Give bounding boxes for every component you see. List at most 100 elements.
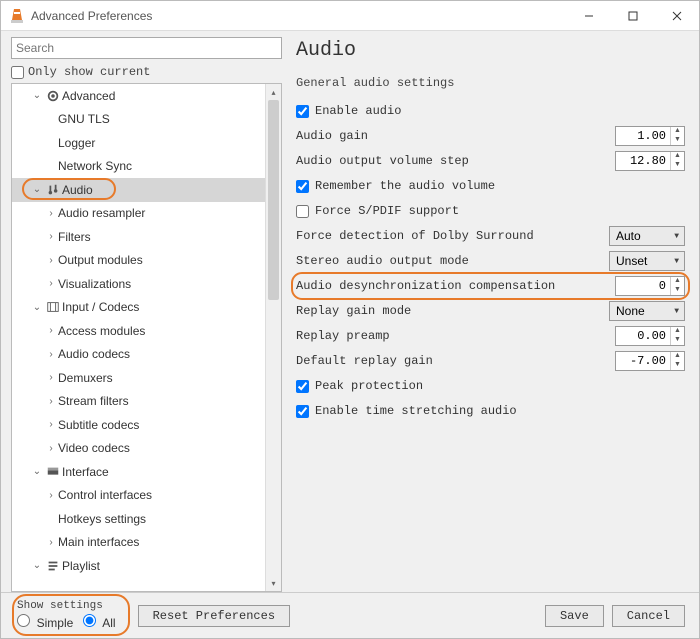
- tree-node-audio[interactable]: ⌄ Audio: [12, 178, 265, 202]
- audio-gain-spinner[interactable]: 1.00▲▼: [615, 126, 685, 146]
- scroll-thumb[interactable]: [268, 100, 279, 300]
- tree-node-subtitle-codecs[interactable]: ›Subtitle codecs: [12, 413, 265, 437]
- chevron-right-icon: ›: [44, 349, 58, 360]
- spin-up-icon[interactable]: ▲: [671, 277, 684, 286]
- remember-volume-row: Remember the audio volume: [296, 175, 685, 197]
- chevron-right-icon: ›: [44, 372, 58, 383]
- remember-volume-checkbox[interactable]: [296, 180, 309, 193]
- left-panel: Only show current ⌄ Advanced GNU TLS Log…: [1, 31, 286, 592]
- spin-up-icon[interactable]: ▲: [671, 327, 684, 336]
- tree-node-main-interfaces[interactable]: ›Main interfaces: [12, 531, 265, 555]
- desync-spinner[interactable]: 0▲▼: [615, 276, 685, 296]
- tree-node-gnutls[interactable]: GNU TLS: [12, 108, 265, 132]
- save-button[interactable]: Save: [545, 605, 604, 627]
- gear-icon: [44, 89, 62, 103]
- right-panel: Audio General audio settings Enable audi…: [286, 31, 699, 592]
- enable-audio-row: Enable audio: [296, 100, 685, 122]
- minimize-button[interactable]: [567, 1, 611, 31]
- tree-node-networksync[interactable]: Network Sync: [12, 155, 265, 179]
- close-button[interactable]: [655, 1, 699, 31]
- tree-node-hotkeys[interactable]: Hotkeys settings: [12, 507, 265, 531]
- tree: ⌄ Advanced GNU TLS Logger Network Sync ⌄…: [12, 84, 265, 591]
- spin-down-icon[interactable]: ▼: [671, 286, 684, 295]
- volume-step-spinner[interactable]: 12.80▲▼: [615, 151, 685, 171]
- spin-up-icon[interactable]: ▲: [671, 152, 684, 161]
- volume-step-row: Audio output volume step 12.80▲▼: [296, 150, 685, 172]
- maximize-button[interactable]: [611, 1, 655, 31]
- dolby-select[interactable]: Auto: [609, 226, 685, 246]
- tree-node-audio-codecs[interactable]: ›Audio codecs: [12, 343, 265, 367]
- tree-node-interface[interactable]: ⌄ Interface: [12, 460, 265, 484]
- replay-mode-row: Replay gain mode None: [296, 300, 685, 322]
- chevron-down-icon: ⌄: [30, 302, 44, 313]
- simple-radio[interactable]: [17, 614, 30, 627]
- scroll-down-icon[interactable]: ▾: [266, 575, 281, 591]
- spin-up-icon[interactable]: ▲: [671, 352, 684, 361]
- desync-row: Audio desynchronization compensation 0▲▼: [296, 275, 685, 297]
- chevron-down-icon: ⌄: [30, 466, 44, 477]
- audio-gain-row: Audio gain 1.00▲▼: [296, 125, 685, 147]
- spdif-checkbox[interactable]: [296, 205, 309, 218]
- page-subheading: General audio settings: [296, 76, 685, 90]
- tree-node-video-codecs[interactable]: ›Video codecs: [12, 437, 265, 461]
- chevron-right-icon: ›: [44, 419, 58, 430]
- chevron-down-icon: ⌄: [30, 184, 44, 195]
- show-settings-group: Show settings Simple All: [15, 598, 128, 633]
- chevron-down-icon: ⌄: [30, 90, 44, 101]
- app-icon: [9, 8, 25, 24]
- replay-mode-select[interactable]: None: [609, 301, 685, 321]
- reset-button[interactable]: Reset Preferences: [138, 605, 290, 627]
- tree-node-playlist[interactable]: ⌄ Playlist: [12, 554, 265, 578]
- playlist-icon: [44, 559, 62, 573]
- tree-scrollbar[interactable]: ▴ ▾: [265, 84, 281, 591]
- spdif-row: Force S/PDIF support: [296, 200, 685, 222]
- spin-down-icon[interactable]: ▼: [671, 161, 684, 170]
- chevron-right-icon: ›: [44, 490, 58, 501]
- timestretch-row: Enable time stretching audio: [296, 400, 685, 422]
- tree-container: ⌄ Advanced GNU TLS Logger Network Sync ⌄…: [11, 83, 282, 592]
- only-show-current-checkbox[interactable]: [11, 66, 24, 79]
- timestretch-checkbox[interactable]: [296, 405, 309, 418]
- chevron-right-icon: ›: [44, 231, 58, 242]
- peak-checkbox[interactable]: [296, 380, 309, 393]
- enable-audio-checkbox[interactable]: [296, 105, 309, 118]
- stereo-row: Stereo audio output mode Unset: [296, 250, 685, 272]
- tree-node-logger[interactable]: Logger: [12, 131, 265, 155]
- show-settings-label: Show settings: [17, 600, 122, 612]
- default-gain-spinner[interactable]: -7.00▲▼: [615, 351, 685, 371]
- cancel-button[interactable]: Cancel: [612, 605, 685, 627]
- interface-icon: [44, 465, 62, 479]
- only-show-current-row: Only show current: [11, 65, 282, 79]
- stereo-select[interactable]: Unset: [609, 251, 685, 271]
- all-radio-label[interactable]: All: [83, 619, 116, 631]
- tree-node-control-interfaces[interactable]: ›Control interfaces: [12, 484, 265, 508]
- spin-up-icon[interactable]: ▲: [671, 127, 684, 136]
- titlebar: Advanced Preferences: [1, 1, 699, 31]
- body: Only show current ⌄ Advanced GNU TLS Log…: [1, 31, 699, 592]
- tree-node-access-modules[interactable]: ›Access modules: [12, 319, 265, 343]
- search-input[interactable]: [11, 37, 282, 59]
- tree-node-stream-filters[interactable]: ›Stream filters: [12, 390, 265, 414]
- replay-preamp-row: Replay preamp 0.00▲▼: [296, 325, 685, 347]
- tree-node-visualizations[interactable]: ›Visualizations: [12, 272, 265, 296]
- tree-node-resampler[interactable]: ›Audio resampler: [12, 202, 265, 226]
- spin-down-icon[interactable]: ▼: [671, 361, 684, 370]
- simple-radio-label[interactable]: Simple: [17, 619, 73, 631]
- only-show-current-label: Only show current: [28, 65, 150, 79]
- footer: Show settings Simple All Reset Preferenc…: [1, 592, 699, 638]
- scroll-up-icon[interactable]: ▴: [266, 84, 281, 100]
- all-radio[interactable]: [83, 614, 96, 627]
- tree-node-demuxers[interactable]: ›Demuxers: [12, 366, 265, 390]
- spin-down-icon[interactable]: ▼: [671, 336, 684, 345]
- chevron-right-icon: ›: [44, 325, 58, 336]
- codecs-icon: [44, 300, 62, 314]
- tree-node-output-modules[interactable]: ›Output modules: [12, 249, 265, 273]
- chevron-right-icon: ›: [44, 208, 58, 219]
- spin-down-icon[interactable]: ▼: [671, 136, 684, 145]
- tree-node-filters[interactable]: ›Filters: [12, 225, 265, 249]
- replay-preamp-spinner[interactable]: 0.00▲▼: [615, 326, 685, 346]
- tree-node-advanced[interactable]: ⌄ Advanced: [12, 84, 265, 108]
- chevron-right-icon: ›: [44, 255, 58, 266]
- chevron-right-icon: ›: [44, 443, 58, 454]
- tree-node-input-codecs[interactable]: ⌄ Input / Codecs: [12, 296, 265, 320]
